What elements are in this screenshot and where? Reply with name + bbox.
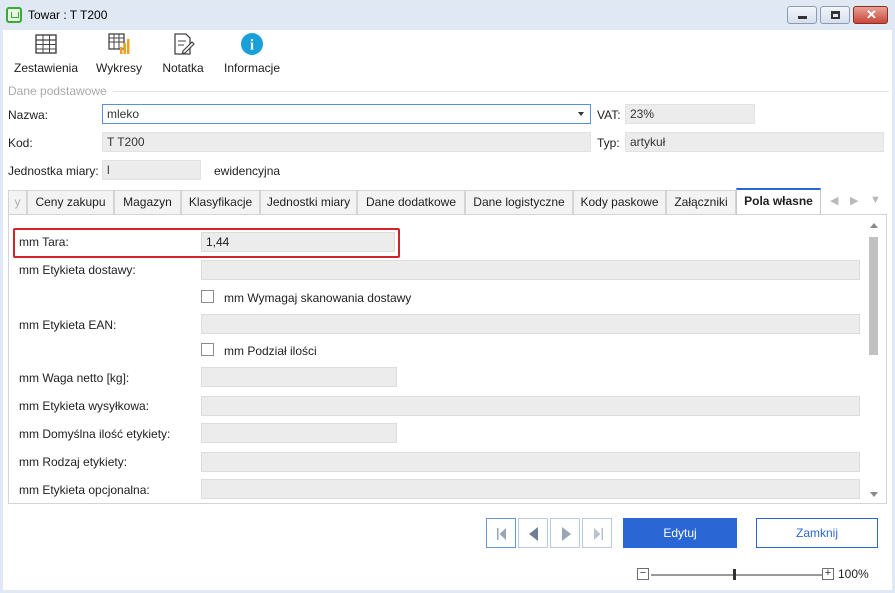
unit-label: Jednostka miary:: [8, 164, 99, 178]
tab-pola-wlasne[interactable]: Pola własne: [736, 188, 821, 215]
name-label: Nazwa:: [8, 108, 49, 122]
first-record-button[interactable]: [486, 518, 516, 548]
toolbar-wykresy-button[interactable]: Wykresy: [93, 30, 145, 80]
unit-note: ewidencyjna: [214, 164, 281, 178]
etykieta-dostawy-field[interactable]: [201, 260, 860, 280]
podzial-ilosci-checkbox[interactable]: [201, 343, 214, 356]
vertical-scrollbar[interactable]: [867, 219, 881, 501]
minimize-icon: [798, 16, 807, 19]
tara-label: mm Tara:: [19, 235, 69, 249]
rodzaj-etykiety-label: mm Rodzaj etykiety:: [19, 455, 128, 469]
window-content: Zestawienia Wykresy Notatka i Informacje: [3, 30, 892, 590]
close-window-button[interactable]: ✕: [853, 6, 888, 24]
zoom-out-button[interactable]: −: [637, 568, 649, 580]
type-field[interactable]: artykuł: [625, 132, 884, 152]
toolbar-zestawienia-button[interactable]: Zestawienia: [11, 30, 81, 80]
tab-partial[interactable]: y: [8, 190, 27, 214]
chart-table-icon: [108, 33, 130, 54]
section-divider: [113, 91, 889, 92]
vat-label: VAT:: [597, 108, 621, 122]
zoom-slider-thumb[interactable]: [733, 569, 736, 580]
tab-dane-dodatkowe[interactable]: Dane dodatkowe: [357, 190, 465, 214]
title-bar: Towar : T T200 ✕: [0, 0, 895, 30]
etykieta-dostawy-label: mm Etykieta dostawy:: [19, 263, 136, 277]
code-label: Kod:: [8, 136, 33, 150]
etykieta-wysylkowa-label: mm Etykieta wysyłkowa:: [19, 399, 150, 413]
etykieta-ean-field[interactable]: [201, 314, 860, 334]
type-label: Typ:: [597, 136, 620, 150]
window-title: Towar : T T200: [28, 8, 108, 22]
toolbar-label: Informacje: [223, 61, 281, 75]
previous-record-button[interactable]: [518, 518, 548, 548]
maximize-icon: [831, 11, 840, 19]
note-icon: [174, 33, 195, 55]
domyslna-ilosc-label: mm Domyślna ilość etykiety:: [19, 427, 171, 441]
tab-kody-paskowe[interactable]: Kody paskowe: [573, 190, 666, 214]
tab-dane-logistyczne[interactable]: Dane logistyczne: [465, 190, 573, 214]
toolbar-label: Zestawienia: [13, 61, 79, 75]
waga-netto-label: mm Waga netto [kg]:: [19, 371, 130, 385]
previous-record-icon: [529, 527, 538, 541]
etykieta-opcjonalna-field[interactable]: [201, 479, 860, 499]
table-icon: [35, 34, 57, 54]
maximize-button[interactable]: [820, 6, 850, 24]
unit-field[interactable]: l: [102, 160, 201, 180]
tab-strip: y Ceny zakupu Magazyn Klasyfikacje Jedno…: [8, 188, 890, 215]
tab-magazyn[interactable]: Magazyn: [114, 190, 181, 214]
close-button[interactable]: Zamknij: [756, 518, 878, 548]
minimize-button[interactable]: [787, 6, 817, 24]
vat-field[interactable]: 23%: [625, 104, 755, 124]
last-record-button[interactable]: [582, 518, 612, 548]
tab-scroll-left-icon[interactable]: ◀: [830, 194, 838, 207]
etykieta-ean-label: mm Etykieta EAN:: [19, 318, 117, 332]
tab-list-icon[interactable]: ▼: [870, 194, 881, 206]
info-glyph: i: [250, 38, 254, 54]
toolbar-label: Notatka: [162, 61, 204, 75]
zoom-value: 100%: [838, 567, 869, 581]
zoom-in-button[interactable]: +: [822, 568, 834, 580]
info-icon: i: [241, 33, 263, 55]
zoom-slider[interactable]: [651, 574, 823, 576]
tab-ceny-zakupu[interactable]: Ceny zakupu: [27, 190, 114, 214]
toolbar-informacje-button[interactable]: i Informacje: [221, 30, 283, 80]
wymagaj-skanowania-checkbox[interactable]: [201, 290, 214, 303]
domyslna-ilosc-field[interactable]: [201, 423, 397, 443]
first-record-icon: [497, 528, 506, 540]
waga-netto-field[interactable]: [201, 367, 397, 387]
etykieta-opcjonalna-label: mm Etykieta opcjonalna:: [19, 483, 150, 497]
custom-fields-panel: mm Tara: 1,44 mm Etykieta dostawy: mm Wy…: [8, 214, 887, 504]
tab-zalaczniki[interactable]: Załączniki: [666, 190, 736, 214]
code-field[interactable]: T T200: [102, 132, 591, 152]
chevron-down-icon[interactable]: [578, 112, 584, 116]
next-record-button[interactable]: [550, 518, 580, 548]
tab-klasyfikacje[interactable]: Klasyfikacje: [181, 190, 260, 214]
section-title: Dane podstawowe: [8, 84, 107, 98]
podzial-ilosci-label: mm Podział ilości: [224, 344, 317, 358]
scroll-up-icon[interactable]: [870, 223, 878, 228]
name-value: mleko: [107, 107, 140, 121]
etykieta-wysylkowa-field[interactable]: [201, 396, 860, 416]
toolbar-label: Wykresy: [96, 61, 142, 75]
rodzaj-etykiety-field[interactable]: [201, 452, 860, 472]
toolbar-notatka-button[interactable]: Notatka: [158, 30, 208, 80]
name-combobox[interactable]: mleko: [102, 104, 591, 124]
basket-icon: [6, 7, 22, 23]
next-record-icon: [562, 527, 571, 541]
tab-jednostki-miary[interactable]: Jednostki miary: [260, 190, 357, 214]
close-icon: ✕: [866, 7, 877, 22]
edit-button[interactable]: Edytuj: [623, 518, 737, 548]
last-record-icon: [594, 528, 603, 540]
scroll-thumb[interactable]: [869, 237, 878, 355]
tab-scroll-right-icon[interactable]: ▶: [850, 194, 858, 207]
tara-field[interactable]: 1,44: [201, 232, 395, 252]
scroll-down-icon[interactable]: [870, 492, 878, 497]
wymagaj-skanowania-label: mm Wymagaj skanowania dostawy: [224, 291, 412, 305]
